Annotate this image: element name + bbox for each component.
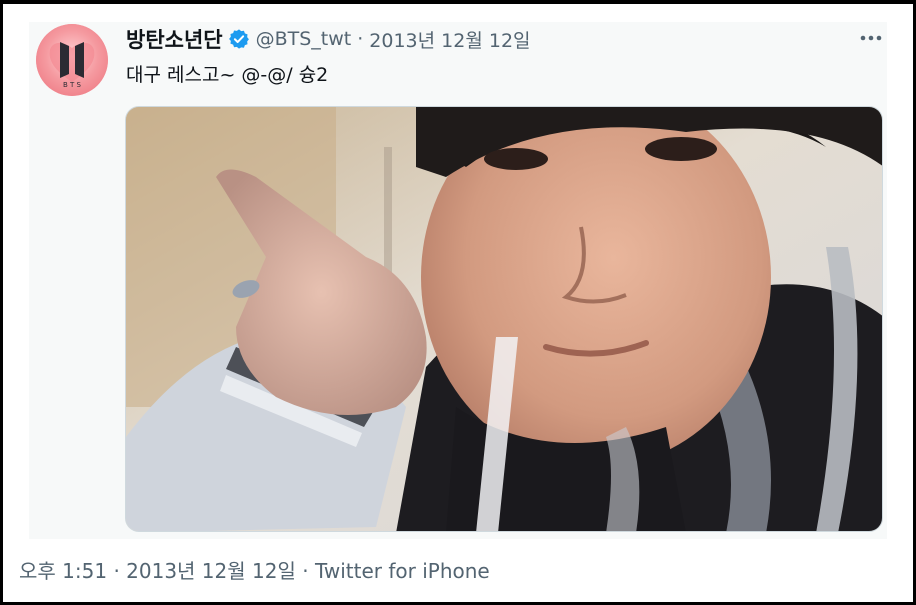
tweet-footer: 오후 1:51 · 2013년 12월 12일 · Twitter for iP…: [19, 555, 490, 584]
header-separator: ·: [357, 28, 364, 50]
verified-badge-icon: [228, 28, 250, 50]
avatar[interactable]: B T S: [36, 24, 108, 96]
bts-logo-icon: B T S: [36, 24, 108, 96]
footer-separator-2: ·: [302, 559, 309, 583]
tweet-header: 방탄소년단 @BTS_twt · 2013년 12월 12일: [126, 26, 531, 52]
handle[interactable]: @BTS_twt: [256, 28, 352, 50]
footer-date[interactable]: 2013년 12월 12일: [126, 559, 296, 583]
more-options-icon[interactable]: [858, 30, 884, 46]
selfie-photo: [126, 107, 882, 531]
footer-time[interactable]: 오후 1:51: [19, 559, 107, 583]
logo-text: B T S: [63, 81, 82, 89]
footer-source[interactable]: Twitter for iPhone: [315, 559, 490, 583]
display-name[interactable]: 방탄소년단: [126, 24, 223, 54]
footer-separator-1: ·: [113, 559, 120, 583]
tweet-date[interactable]: 2013년 12월 12일: [369, 26, 530, 53]
tweet-photo[interactable]: [125, 106, 883, 532]
tweet-text: 대구 레스고~ @-@/ 슝2: [126, 64, 329, 86]
